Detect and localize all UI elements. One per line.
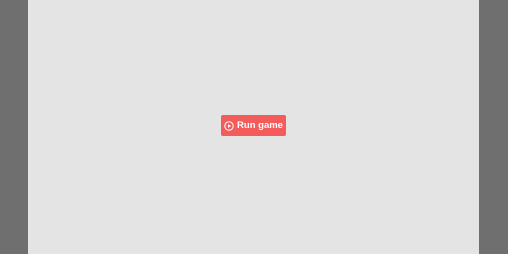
play-circle-icon — [224, 120, 234, 131]
run-game-button[interactable]: Run game — [221, 115, 286, 136]
game-stage: Run game — [28, 0, 479, 254]
run-game-label: Run game — [237, 119, 283, 131]
